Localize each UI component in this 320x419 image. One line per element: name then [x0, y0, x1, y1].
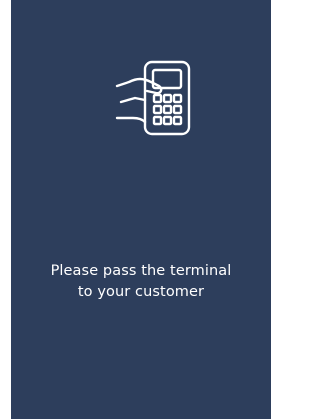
hand-holding-payment-terminal-icon — [115, 60, 191, 136]
message-line-2: to your customer — [77, 284, 205, 300]
message-line-1: Please pass the terminal — [50, 263, 232, 279]
pass-terminal-screen: Please pass the terminal to your custome… — [11, 0, 271, 419]
pass-terminal-message: Please pass the terminal to your custome… — [11, 261, 271, 303]
